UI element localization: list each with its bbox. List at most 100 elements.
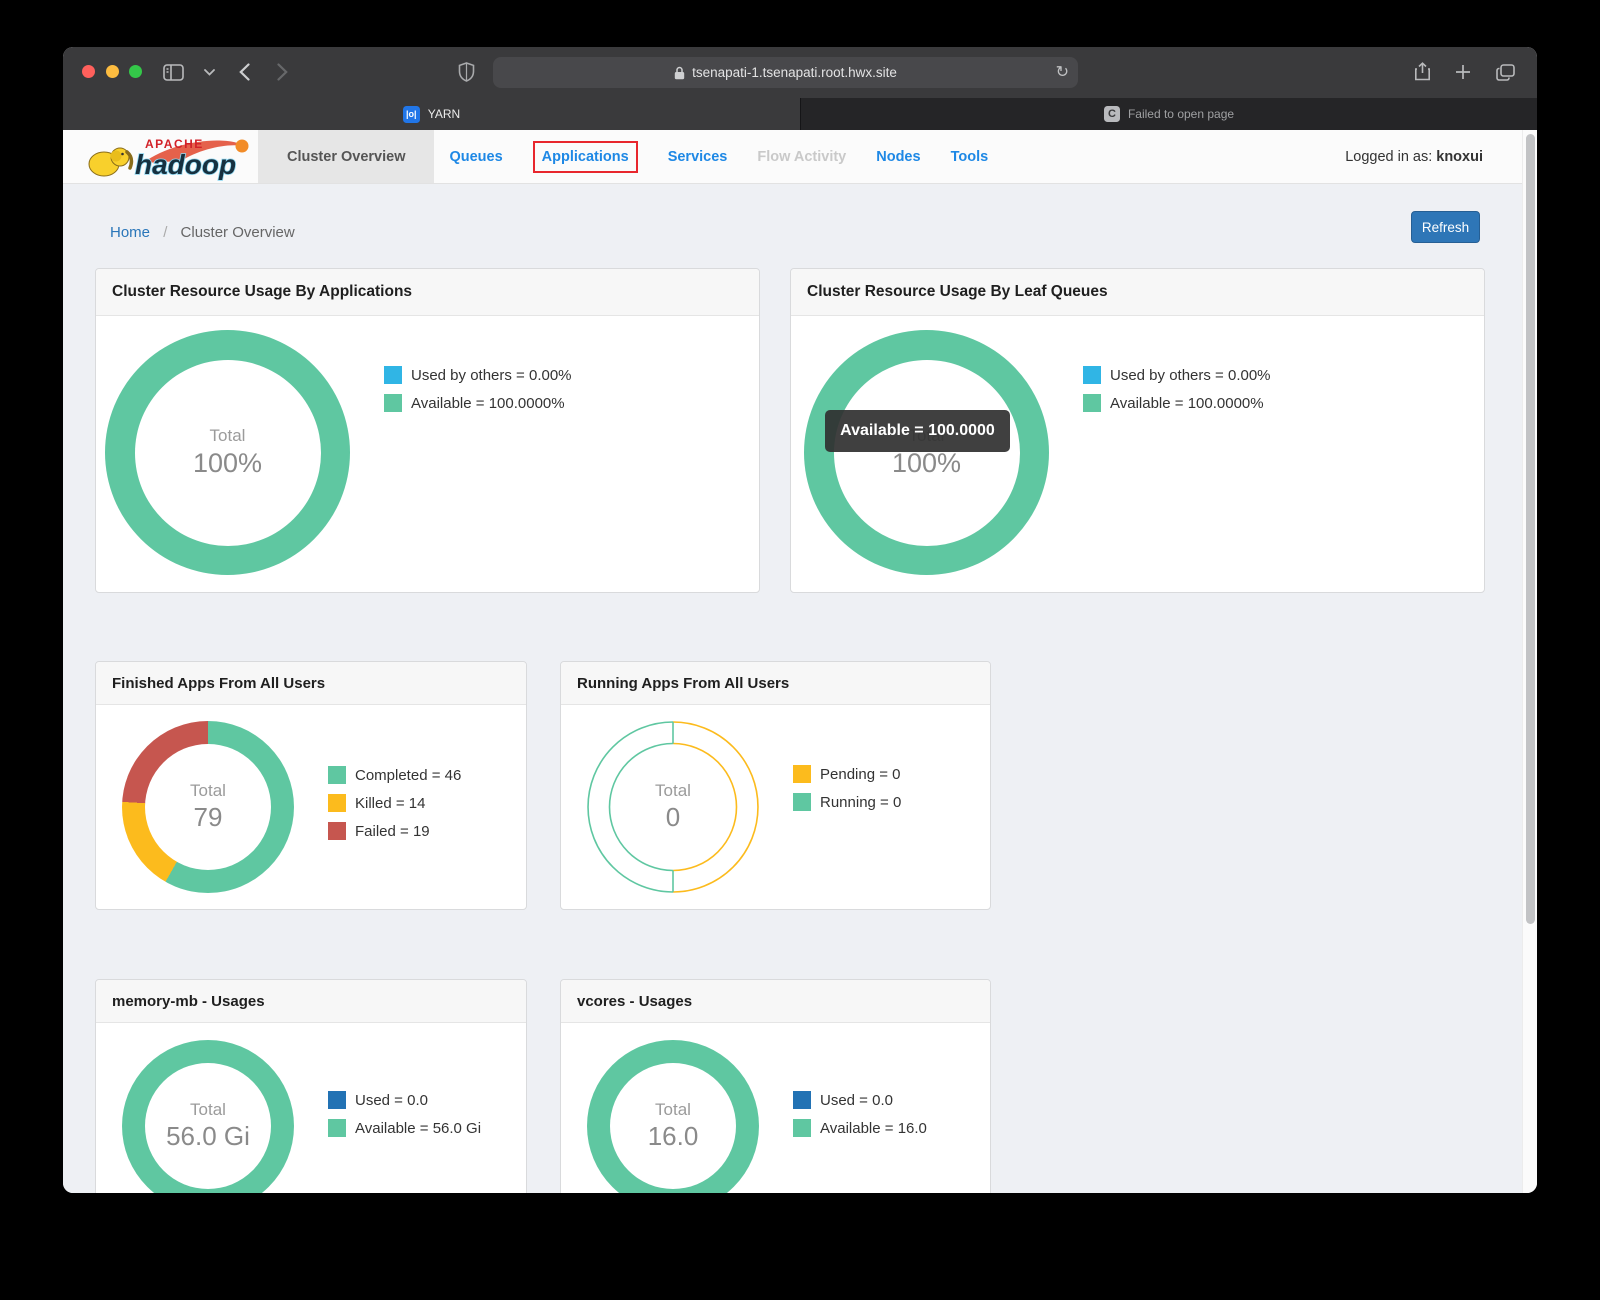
- logged-in-as: Logged in as:knoxui: [1345, 130, 1522, 183]
- card-usage-by-leaf-queues: Cluster Resource Usage By Leaf Queues To…: [790, 268, 1485, 593]
- legend-swatch: [793, 765, 811, 783]
- chart-tooltip: Available = 100.0000: [825, 410, 1010, 452]
- donut-total-value: 79: [194, 802, 223, 833]
- sidebar-toggle-icon[interactable]: [159, 58, 187, 86]
- url-text: tsenapati-1.tsenapati.root.hwx.site: [692, 65, 897, 80]
- tab-yarn-title: YARN: [428, 107, 460, 121]
- running-apps-ring[interactable]: Total 0: [585, 719, 761, 895]
- donut-total-label: Total: [190, 1100, 226, 1120]
- legend-running: Running = 0: [793, 793, 901, 811]
- legend-swatch: [384, 366, 402, 384]
- legend-swatch: [328, 822, 346, 840]
- donut-total-value: 16.0: [648, 1121, 699, 1152]
- donut-total-label: Total: [655, 1100, 691, 1120]
- app-navbar: APACHE hadoop Cluster Overview Queues Ap…: [63, 130, 1522, 184]
- legend-available: Available = 56.0 Gi: [328, 1119, 481, 1137]
- legend-available: Available = 100.0000%: [1083, 394, 1271, 412]
- address-bar[interactable]: tsenapati-1.tsenapati.root.hwx.site ↻: [493, 57, 1078, 88]
- legend-killed: Killed = 14: [328, 794, 461, 812]
- tab-failed-page[interactable]: C Failed to open page: [801, 98, 1537, 130]
- donut-total-value: 56.0 Gi: [166, 1121, 250, 1152]
- scrollbar-thumb[interactable]: [1526, 134, 1535, 924]
- legend-used: Used = 0.0: [328, 1091, 481, 1109]
- donut-total-value: 100%: [193, 448, 262, 479]
- minimize-window-button[interactable]: [106, 65, 119, 78]
- legend-available: Available = 100.0000%: [384, 394, 572, 412]
- card-vcores-usages: vcores - Usages Total 16.0 Used = 0.0 Av…: [560, 979, 991, 1193]
- donut-total-value: 0: [666, 802, 680, 833]
- logo-hadoop-text: hadoop: [135, 149, 236, 180]
- legend-available: Available = 16.0: [793, 1119, 927, 1137]
- legend-swatch: [328, 794, 346, 812]
- sidebar-chevron-down-icon[interactable]: [195, 58, 223, 86]
- legend-failed: Failed = 19: [328, 822, 461, 840]
- legend-pending: Pending = 0: [793, 765, 901, 783]
- usage-queues-donut[interactable]: Total 100%: [804, 330, 1049, 575]
- fullscreen-window-button[interactable]: [129, 65, 142, 78]
- tab-yarn[interactable]: |o| YARN: [63, 98, 800, 130]
- card-title: Cluster Resource Usage By Leaf Queues: [791, 269, 1484, 316]
- new-tab-icon[interactable]: [1449, 58, 1477, 86]
- nav-tools[interactable]: Tools: [936, 130, 1004, 183]
- nav-applications[interactable]: Applications: [518, 130, 653, 183]
- donut-total-value: 100%: [892, 448, 961, 479]
- card-usage-by-applications: Cluster Resource Usage By Applications T…: [95, 268, 760, 593]
- legend-used: Used = 0.0: [793, 1091, 927, 1109]
- legend-swatch: [1083, 394, 1101, 412]
- card-running-apps: Running Apps From All Users Total 0 Pend…: [560, 661, 991, 910]
- breadcrumb: Home / Cluster Overview: [110, 224, 295, 241]
- legend-swatch: [328, 1091, 346, 1109]
- legend-used-by-others: Used by others = 0.00%: [384, 366, 572, 384]
- donut-total-label: Total: [210, 426, 246, 446]
- legend-swatch: [1083, 366, 1101, 384]
- legend-used-by-others: Used by others = 0.00%: [1083, 366, 1271, 384]
- donut-total-label: Total: [190, 781, 226, 801]
- nav-items: Cluster Overview Queues Applications Ser…: [258, 130, 1003, 183]
- breadcrumb-current: Cluster Overview: [181, 224, 295, 241]
- card-title: memory-mb - Usages: [96, 980, 526, 1023]
- card-finished-apps: Finished Apps From All Users Total 79 Co…: [95, 661, 527, 910]
- browser-toolbar: tsenapati-1.tsenapati.root.hwx.site ↻: [63, 47, 1537, 98]
- browser-window: tsenapati-1.tsenapati.root.hwx.site ↻ |o…: [63, 47, 1537, 1193]
- legend-swatch: [793, 1091, 811, 1109]
- nav-flow-activity: Flow Activity: [742, 130, 861, 183]
- close-window-button[interactable]: [82, 65, 95, 78]
- lock-icon: [674, 66, 685, 80]
- breadcrumb-home-link[interactable]: Home: [110, 224, 150, 241]
- back-button[interactable]: [230, 58, 258, 86]
- tab-strip: |o| YARN C Failed to open page: [63, 98, 1537, 130]
- finished-apps-donut[interactable]: Total 79: [122, 721, 294, 893]
- card-title: Running Apps From All Users: [561, 662, 990, 705]
- nav-cluster-overview[interactable]: Cluster Overview: [258, 130, 434, 183]
- legend-swatch: [793, 793, 811, 811]
- privacy-shield-icon[interactable]: [452, 58, 480, 86]
- page-content: Home / Cluster Overview Refresh Cluster …: [63, 184, 1522, 1193]
- card-title: Cluster Resource Usage By Applications: [96, 269, 759, 316]
- donut-total-label: Total: [655, 781, 691, 801]
- nav-queues[interactable]: Queues: [434, 130, 517, 183]
- tab-failed-title: Failed to open page: [1128, 107, 1234, 121]
- share-icon[interactable]: [1408, 58, 1436, 86]
- breadcrumb-separator: /: [163, 224, 167, 241]
- vcores-donut[interactable]: Total 16.0: [587, 1040, 759, 1193]
- legend-swatch: [793, 1119, 811, 1137]
- legend-swatch: [328, 1119, 346, 1137]
- reload-icon[interactable]: ↻: [1056, 62, 1069, 82]
- forward-button[interactable]: [268, 58, 296, 86]
- tab-c-favicon: C: [1104, 106, 1120, 122]
- usage-applications-donut[interactable]: Total 100%: [105, 330, 350, 575]
- refresh-button[interactable]: Refresh: [1411, 211, 1480, 243]
- tab-overview-icon[interactable]: [1491, 58, 1519, 86]
- hadoop-logo[interactable]: APACHE hadoop: [63, 130, 258, 183]
- legend-completed: Completed = 46: [328, 766, 461, 784]
- legend-swatch: [328, 766, 346, 784]
- card-title: Finished Apps From All Users: [96, 662, 526, 705]
- legend-swatch: [384, 394, 402, 412]
- nav-services[interactable]: Services: [653, 130, 743, 183]
- username: knoxui: [1436, 149, 1483, 165]
- yarn-favicon: |o|: [403, 106, 420, 123]
- card-title: vcores - Usages: [561, 980, 990, 1023]
- memory-donut[interactable]: Total 56.0 Gi: [122, 1040, 294, 1193]
- vertical-scrollbar[interactable]: [1522, 130, 1537, 1193]
- nav-nodes[interactable]: Nodes: [861, 130, 935, 183]
